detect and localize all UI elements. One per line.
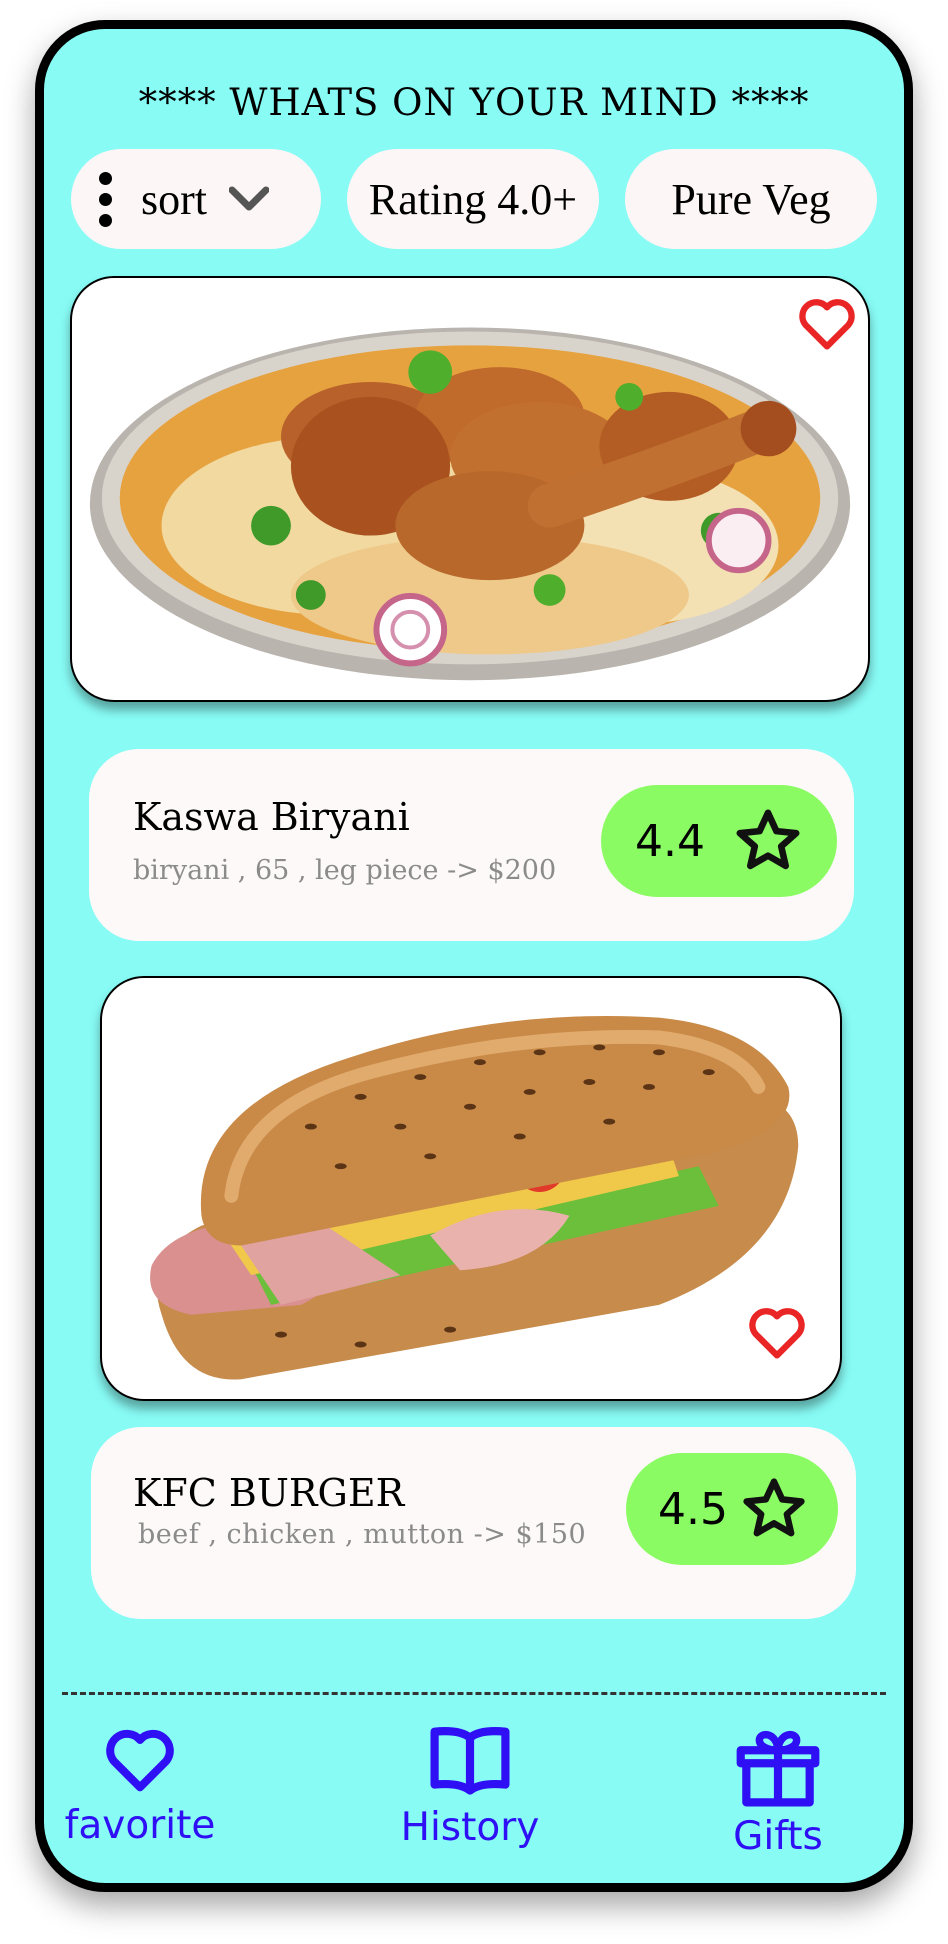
nav-history[interactable]: History bbox=[394, 1719, 546, 1850]
rating-badge: 4.5 bbox=[626, 1453, 838, 1565]
rating-value: 4.4 bbox=[635, 815, 705, 867]
pure-veg-filter-label: Pure Veg bbox=[671, 174, 831, 224]
sort-label: sort bbox=[141, 174, 207, 224]
favorite-heart-icon[interactable] bbox=[792, 290, 862, 356]
nav-history-label: History bbox=[400, 1805, 540, 1850]
rating-value: 4.5 bbox=[658, 1483, 728, 1535]
biryani-image bbox=[89, 327, 851, 681]
rating-filter-label: Rating 4.0+ bbox=[368, 174, 578, 224]
rating-badge: 4.4 bbox=[601, 785, 837, 897]
restaurant-info-card[interactable]: Kaswa Biryani biryani , 65 , leg piece -… bbox=[89, 749, 854, 941]
heart-icon bbox=[106, 1729, 174, 1792]
sandwich-image bbox=[150, 1015, 799, 1380]
phone-frame: **** WHATS ON YOUR MIND **** sort Rating… bbox=[35, 20, 913, 1892]
chevron-down-icon bbox=[229, 186, 269, 211]
star-icon bbox=[743, 1478, 805, 1537]
restaurant-description: biryani , 65 , leg piece -> $200 bbox=[133, 855, 557, 886]
more-vertical-icon bbox=[99, 171, 115, 227]
restaurant-info-card[interactable]: KFC BURGER beef , chicken , mutton -> $1… bbox=[91, 1427, 856, 1619]
bottom-nav-divider bbox=[62, 1692, 886, 1695]
nav-favorite[interactable]: favorite bbox=[64, 1719, 216, 1848]
open-book-icon bbox=[430, 1727, 510, 1795]
nav-favorite-label: favorite bbox=[64, 1803, 216, 1848]
restaurant-image-card[interactable] bbox=[70, 276, 870, 702]
restaurant-name: Kaswa Biryani bbox=[133, 795, 410, 839]
star-icon bbox=[736, 809, 800, 870]
favorite-heart-icon[interactable] bbox=[742, 1299, 812, 1365]
pure-veg-filter-chip[interactable]: Pure Veg bbox=[625, 149, 877, 249]
sort-dropdown[interactable]: sort bbox=[71, 149, 321, 249]
restaurant-image-card[interactable] bbox=[100, 976, 842, 1401]
restaurant-name: KFC BURGER bbox=[133, 1471, 405, 1515]
page-title: **** WHATS ON YOUR MIND **** bbox=[138, 81, 810, 124]
gift-icon bbox=[736, 1730, 820, 1807]
nav-gifts[interactable]: Gifts bbox=[716, 1726, 840, 1859]
rating-filter-chip[interactable]: Rating 4.0+ bbox=[347, 149, 599, 249]
nav-gifts-label: Gifts bbox=[733, 1814, 823, 1859]
restaurant-description: beef , chicken , mutton -> $150 bbox=[138, 1519, 587, 1550]
